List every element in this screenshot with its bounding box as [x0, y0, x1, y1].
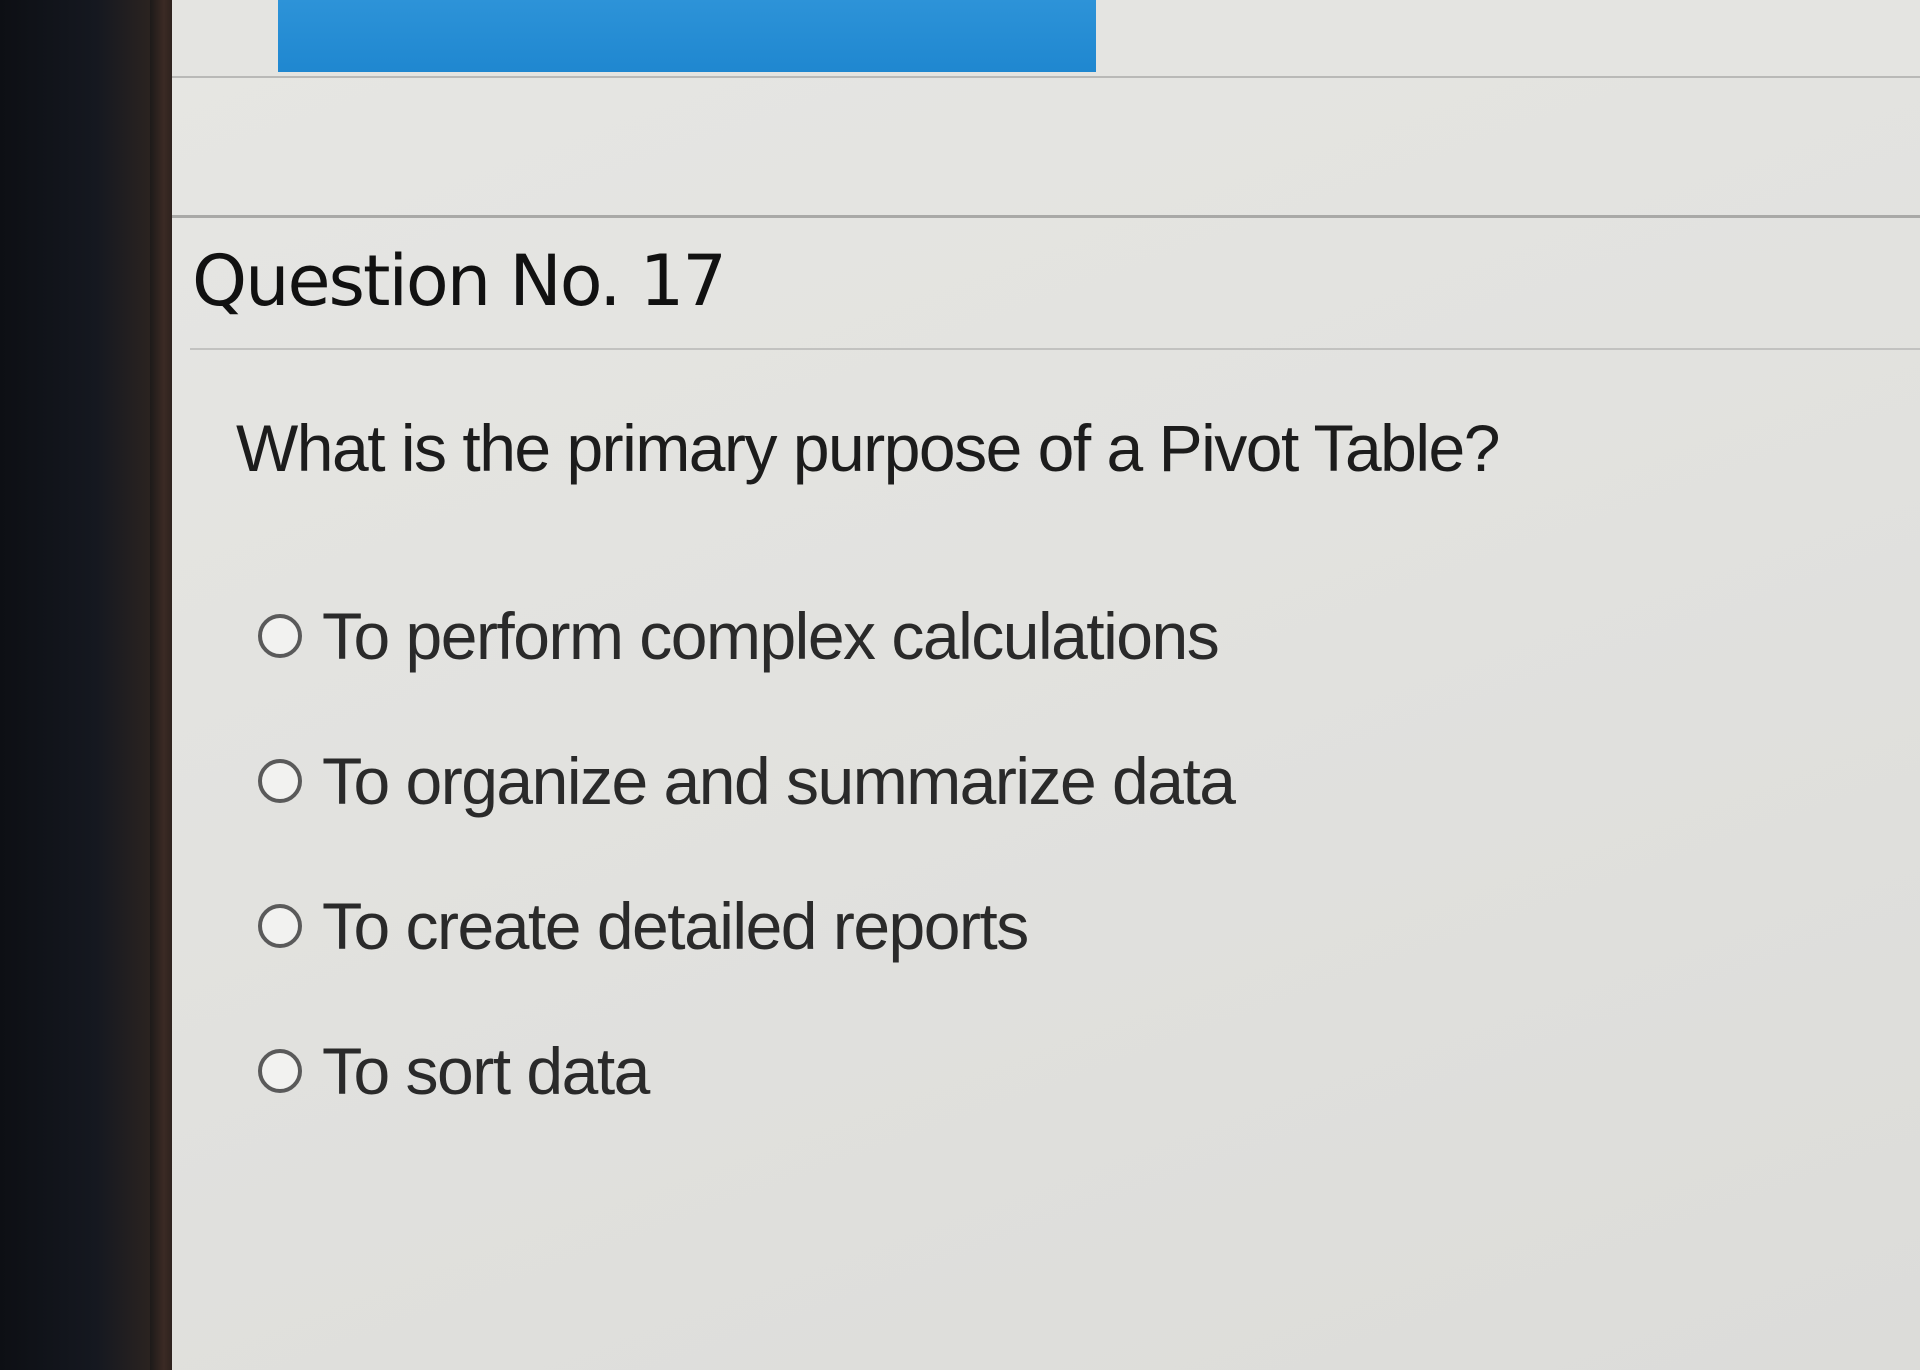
radio-button-1[interactable]	[258, 614, 302, 658]
answer-option-label: To organize and summarize data	[322, 744, 1236, 818]
quiz-screen: Question No. 17 What is the primary purp…	[172, 0, 1920, 1370]
monitor-bezel	[0, 0, 175, 1370]
question-number-heading: Question No. 17	[192, 240, 727, 322]
answer-options: To perform complex calculations To organ…	[258, 599, 1236, 1180]
radio-button-2[interactable]	[258, 759, 302, 803]
radio-button-3[interactable]	[258, 904, 302, 948]
header-banner	[278, 0, 1096, 72]
answer-option-label: To perform complex calculations	[322, 599, 1220, 673]
radio-button-4[interactable]	[258, 1049, 302, 1093]
section-divider-top	[172, 215, 1920, 218]
top-header-strip	[172, 0, 1920, 78]
section-divider-bottom	[190, 348, 1920, 350]
answer-option-label: To sort data	[322, 1034, 650, 1108]
answer-option-2[interactable]: To organize and summarize data	[258, 744, 1236, 818]
question-text: What is the primary purpose of a Pivot T…	[236, 411, 1500, 485]
answer-option-label: To create detailed reports	[322, 889, 1029, 963]
answer-option-3[interactable]: To create detailed reports	[258, 889, 1235, 963]
answer-option-4[interactable]: To sort data	[258, 1034, 1235, 1108]
answer-option-1[interactable]: To perform complex calculations	[258, 599, 1235, 673]
